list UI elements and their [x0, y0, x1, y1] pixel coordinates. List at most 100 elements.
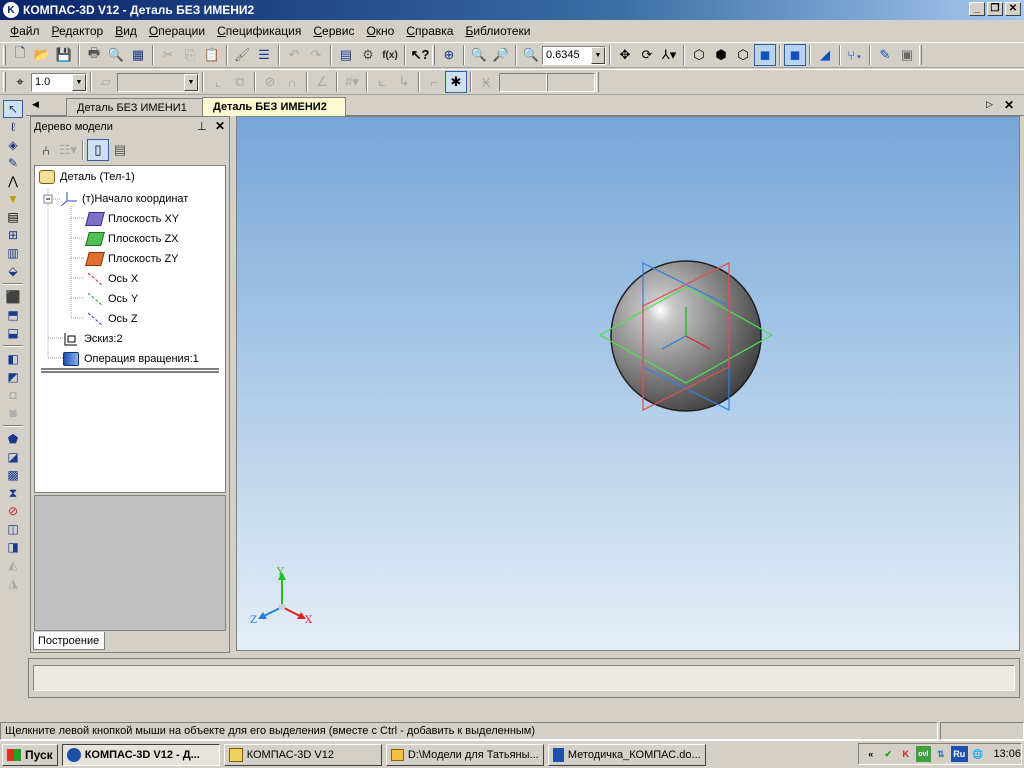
aux-geom-icon[interactable]: ◫ — [3, 520, 23, 538]
zoom-value-combo[interactable]: 0.6345 ▼ — [542, 45, 606, 65]
corner-icon[interactable]: ⌐ — [423, 71, 445, 93]
halftone-edges-icon[interactable]: ◼ — [784, 44, 806, 66]
tree-node-plane-zx[interactable]: Плоскость ZX — [85, 232, 179, 246]
rotate-icon[interactable]: ⟳ — [636, 44, 658, 66]
tree-view-icon[interactable]: ▯ — [87, 139, 109, 161]
properties-field[interactable] — [33, 665, 1015, 691]
toolbar-grip[interactable] — [3, 45, 6, 65]
model-viewport[interactable]: Y X Z — [236, 116, 1020, 651]
menu-help[interactable]: Справка — [400, 24, 459, 38]
coord-icon[interactable]: ⟀ — [371, 71, 393, 93]
round-coords-icon[interactable]: ↳ — [393, 71, 415, 93]
sheet-metal-icon[interactable]: ⋀ — [3, 172, 23, 190]
rib-icon[interactable]: ◙ — [3, 404, 23, 422]
antivirus-icon[interactable]: K — [898, 746, 914, 762]
zoom-in-icon[interactable]: 🔍 — [468, 44, 490, 66]
select-icon[interactable]: ↖ — [3, 100, 23, 118]
assembly-icon[interactable]: ◭ — [3, 556, 23, 574]
paste-icon[interactable]: 📋 — [201, 44, 223, 66]
filter-icon[interactable]: ⑂▾ — [844, 44, 866, 66]
disabled-tool-icon[interactable]: ◮ — [3, 574, 23, 592]
bool-icon[interactable]: ⊘ — [3, 502, 23, 520]
cut-extrude-icon[interactable]: ◧ — [3, 350, 23, 368]
menu-editor[interactable]: Редактор — [46, 24, 110, 38]
new-file-icon[interactable]: 🗋 — [9, 44, 31, 66]
toolbar-grip[interactable] — [3, 72, 6, 92]
properties-icon[interactable]: ▦ — [127, 44, 149, 66]
rotate-op-icon[interactable]: ⬒ — [3, 306, 23, 324]
taskbar-item-folder[interactable]: D:\Модели для Татьяны... — [385, 743, 544, 766]
lib-elements-icon[interactable]: ◨ — [3, 538, 23, 556]
print-icon[interactable]: 🖶 — [83, 44, 105, 66]
snap-icon[interactable]: ⊘ — [259, 71, 281, 93]
step-combo[interactable]: 1.0 ▼ — [31, 72, 87, 92]
report-icon[interactable]: ▥ — [3, 244, 23, 262]
tab-detail-1[interactable]: Деталь БЕЗ ИМЕНИ1 — [66, 98, 220, 116]
list-icon[interactable]: ☰ — [253, 44, 275, 66]
tree-props-icon[interactable]: ▤ — [109, 139, 131, 161]
coord-y-field[interactable] — [547, 72, 595, 92]
tab-construction[interactable]: Построение — [33, 632, 105, 650]
spec-icon[interactable]: ▤ — [3, 208, 23, 226]
wireframe-icon[interactable]: ⬡ — [688, 44, 710, 66]
minimize-icon[interactable]: _ — [969, 2, 985, 16]
chevron-down-icon[interactable]: ▼ — [184, 73, 198, 91]
open-folder-icon[interactable]: 📂 — [31, 44, 53, 66]
layer-icon[interactable]: ▱ — [95, 71, 117, 93]
tree-node-rotation[interactable]: Операция вращения:1 — [63, 352, 199, 366]
chamfer-icon[interactable]: ◘ — [3, 386, 23, 404]
pan-icon[interactable]: ✥ — [614, 44, 636, 66]
start-button[interactable]: Пуск — [2, 743, 58, 766]
coord-x-field[interactable] — [499, 72, 547, 92]
tab-scroll-right-icon[interactable]: ▷ — [986, 99, 993, 110]
zoom-out-icon[interactable]: 🔎 — [490, 44, 512, 66]
mirror-icon[interactable]: ⧗ — [3, 484, 23, 502]
grid-icon[interactable]: #▾ — [341, 71, 363, 93]
tree-node-sketch[interactable]: Эскиз:2 — [63, 332, 123, 346]
section-icon[interactable]: ◪ — [3, 448, 23, 466]
close-panel-icon[interactable]: ✕ — [215, 119, 225, 133]
library-icon[interactable]: ▣ — [896, 44, 918, 66]
hidden-thin-icon[interactable]: ⬡ — [732, 44, 754, 66]
tree-sort-icon[interactable]: ☷▾ — [57, 139, 79, 161]
menu-specification[interactable]: Спецификация — [211, 24, 307, 38]
globe-icon[interactable]: 🌐 — [970, 746, 986, 762]
redo-icon[interactable]: ↷ — [305, 44, 327, 66]
chevron-down-icon[interactable]: ▼ — [72, 73, 86, 91]
sketch-tools-icon[interactable]: ✎ — [3, 154, 23, 172]
cursor-step-icon[interactable]: ⌖ — [9, 71, 31, 93]
close-icon[interactable]: ✕ — [1005, 2, 1021, 16]
tab-detail-2[interactable]: Деталь БЕЗ ИМЕНИ2 — [202, 97, 346, 116]
tree-structure-icon[interactable]: ⑃ — [35, 139, 57, 161]
toolbar-grip[interactable] — [919, 45, 922, 65]
toolbar-grip[interactable] — [432, 45, 435, 65]
edit-part-icon[interactable]: ⬙ — [3, 262, 23, 280]
tree-node-plane-xy[interactable]: Плоскость XY — [85, 212, 179, 226]
toolbar-grip[interactable] — [596, 72, 599, 92]
copy-icon[interactable]: ⎘ — [179, 44, 201, 66]
tray-app-icon[interactable]: ovl — [915, 746, 931, 762]
menu-window[interactable]: Окно — [360, 24, 400, 38]
library-manager-icon[interactable]: ⚙ — [357, 44, 379, 66]
language-indicator[interactable]: Ru — [950, 746, 968, 762]
kinematic-icon[interactable]: ⬓ — [3, 324, 23, 342]
tree-node-origin[interactable]: (т)Начало координат — [61, 192, 188, 206]
fillet-icon[interactable]: ◩ — [3, 368, 23, 386]
object-snap-icon[interactable]: ✱ — [445, 71, 467, 93]
magnet-icon[interactable]: ∩ — [281, 71, 303, 93]
manager-icon[interactable]: ▤ — [335, 44, 357, 66]
help-pointer-icon[interactable]: ↖? — [409, 44, 431, 66]
menu-operations[interactable]: Операции — [143, 24, 211, 38]
halftone-icon[interactable]: ◼ — [754, 44, 776, 66]
pin-icon[interactable]: ⊥ — [197, 120, 207, 133]
taskbar-item-word[interactable]: Методичка_КОМПАС.do... — [547, 743, 706, 766]
menu-service[interactable]: Сервис — [307, 24, 360, 38]
tree-node-root[interactable]: Деталь (Тел-1) — [39, 170, 135, 184]
axes-xy-icon[interactable]: Ӿ — [475, 71, 497, 93]
tree-node-plane-zy[interactable]: Плоскость ZY — [85, 252, 179, 266]
print-preview-icon[interactable]: 🔍 — [105, 44, 127, 66]
taskbar-item-kompas[interactable]: КОМПАС-3D V12 — [223, 743, 382, 766]
cut-icon[interactable]: ✂ — [157, 44, 179, 66]
variables-icon[interactable]: f(x) — [379, 44, 401, 66]
tree-node-axis-x[interactable]: Ось X — [87, 272, 138, 286]
